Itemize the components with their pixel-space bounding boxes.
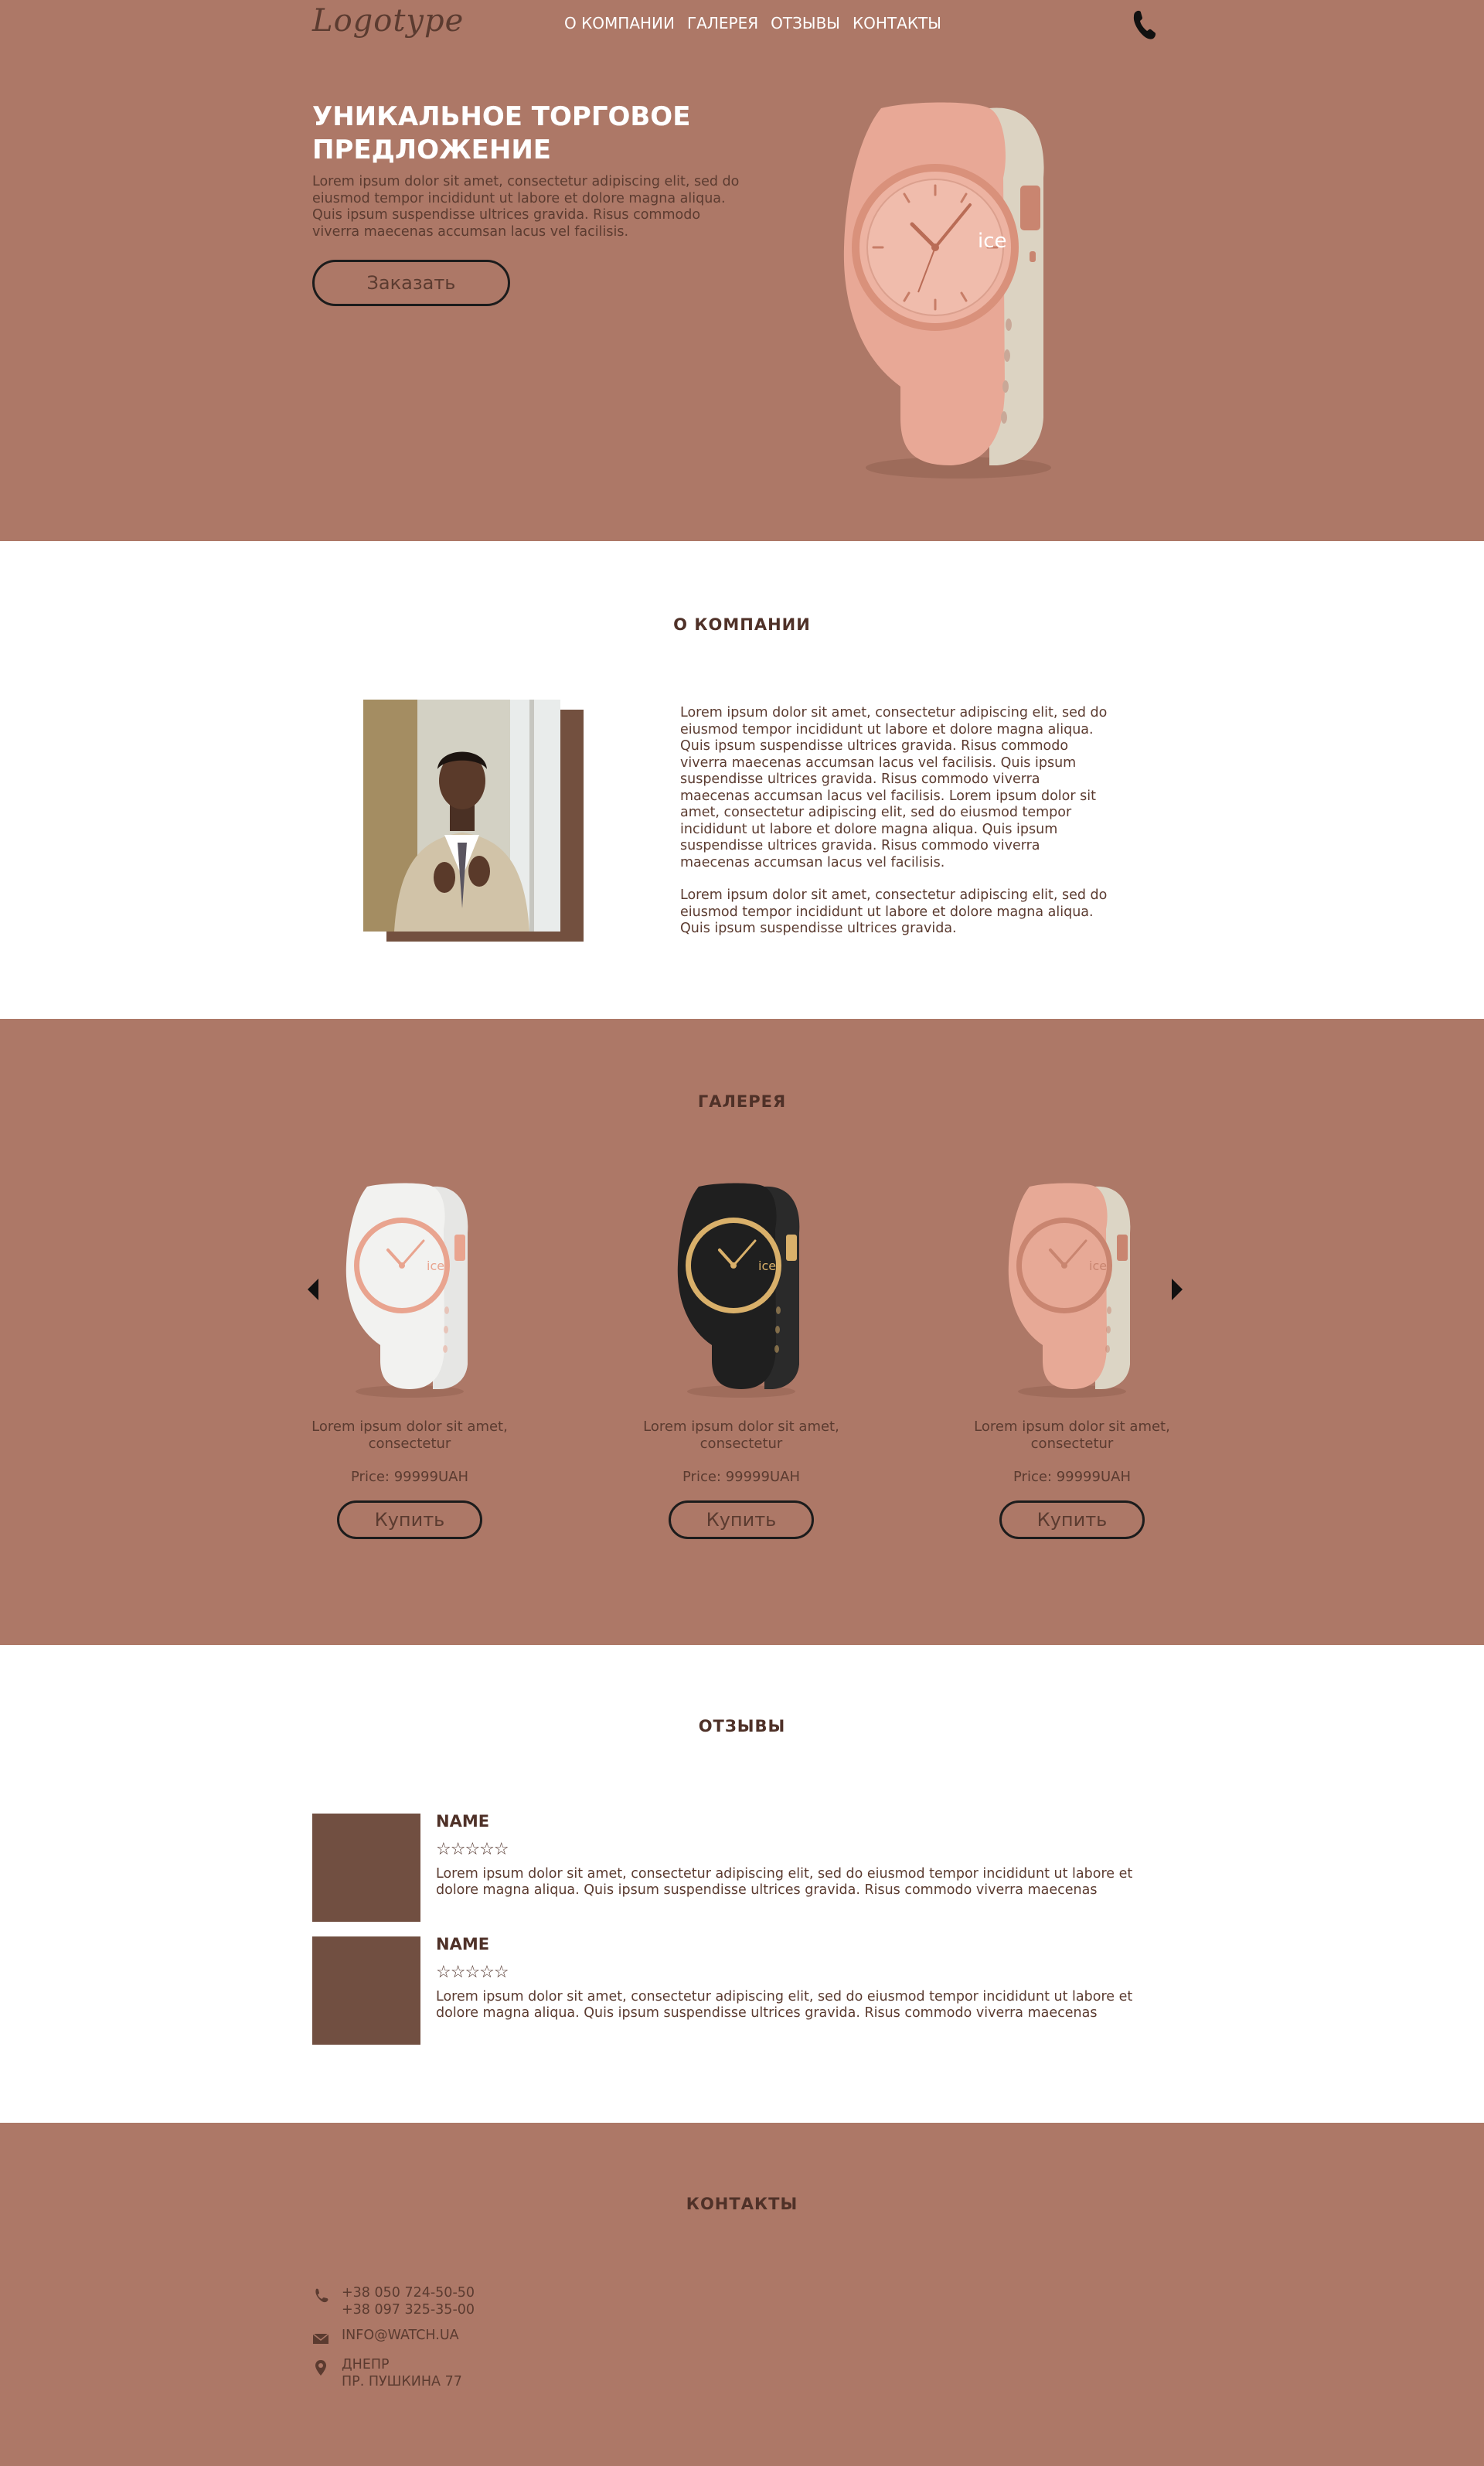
watch-brand-label: ice [1089,1259,1107,1273]
product-description: Lorem ipsum dolor sit amet, consectetur [643,1419,839,1452]
hero-watch-image: ice [843,102,1051,479]
review-name: NAME [436,1812,490,1831]
product-description: Lorem ipsum dolor sit amet, consectetur [311,1419,508,1452]
review-card: NAME ☆☆☆☆☆ Lorem ipsum dolor sit amet, c… [312,1935,1147,2045]
buy-button[interactable]: Купить [337,1500,482,1539]
hero-text: Lorem ipsum dolor sit amet, consectetur … [312,174,740,240]
product-description: Lorem ipsum dolor sit amet, consectetur [974,1419,1170,1452]
product-watch-image: ice [1008,1183,1131,1398]
product-price: Price: 99999UAH [1013,1469,1131,1485]
logo[interactable]: Logotype [312,3,464,39]
avatar [312,1814,420,1922]
about-text: Lorem ipsum dolor sit amet, consectetur … [680,705,1113,938]
product-price: Price: 99999UAH [351,1469,468,1485]
product-card: ice Lorem ipsum dolor sit amet, consectet… [972,1179,1173,1539]
phone-icon [315,2288,328,2303]
buy-button[interactable]: Купить [999,1500,1145,1539]
nav-item-about[interactable]: О КОМПАНИИ [564,14,675,32]
review-text: Lorem ipsum dolor sit amet, consectetur … [436,1989,1133,2021]
hero-title: УНИКАЛЬНОЕ ТОРГОВОЕ ПРЕДЛОЖЕНИЕ [312,101,691,165]
buy-button[interactable]: Купить [669,1500,814,1539]
review-text: Lorem ipsum dolor sit amet, consectetur … [436,1866,1133,1898]
watch-brand-label: ice [758,1259,776,1273]
about-paragraph: Lorem ipsum dolor sit amet, consectetur … [680,887,1108,936]
avatar [312,1936,420,2045]
reviews-title: ОТЗЫВЫ [698,1717,786,1735]
contact-email: INFO@WATCH.UA [312,2328,459,2347]
about-photo [363,700,560,932]
phone-number[interactable]: +38 050 724-50-50 [342,2285,475,2302]
product-price: Price: 99999UAH [682,1469,800,1485]
contact-phones: +38 050 724-50-50 +38 097 325-35-00 [312,2285,475,2318]
contacts-title: КОНТАКТЫ [686,2195,798,2213]
address-city: ДНЕПР [342,2357,390,2372]
contacts-section [0,2123,1484,2466]
product-card: ice Lorem ipsum dolor sit amet, consectet… [309,1179,510,1539]
nav-item-gallery[interactable]: ГАЛЕРЕЯ [687,14,758,32]
product-watch-image: ice [677,1183,800,1398]
star-rating[interactable]: ☆☆☆☆☆ [436,1840,509,1859]
hero-section: Logotype О КОМПАНИИ ГАЛЕРЕЯ ОТЗЫВЫ КОНТА… [0,0,1484,541]
address-street: ПР. ПУШКИНА 77 [342,2373,462,2389]
email-link[interactable]: INFO@WATCH.UA [342,2328,459,2345]
order-button[interactable]: Заказать [312,260,510,306]
product-watch-image: ice [345,1183,468,1398]
nav-item-contacts[interactable]: КОНТАКТЫ [853,14,941,32]
star-rating[interactable]: ☆☆☆☆☆ [436,1963,509,1982]
contact-address: ДНЕПР ПР. ПУШКИНА 77 [312,2357,462,2390]
about-paragraph: Lorem ipsum dolor sit amet, consectetur … [680,705,1108,870]
nav-item-reviews[interactable]: ОТЗЫВЫ [771,14,840,32]
product-card: ice Lorem ipsum dolor sit amet, consectet… [641,1179,842,1539]
watch-brand-label: ice [427,1259,444,1273]
review-name: NAME [436,1935,490,1953]
location-pin-icon [315,2360,326,2376]
about-title: О КОМПАНИИ [673,615,811,634]
mail-icon [312,2333,329,2344]
review-card: NAME ☆☆☆☆☆ Lorem ipsum dolor sit amet, c… [312,1812,1147,1922]
watch-brand-label: ice [978,230,1007,253]
phone-icon[interactable] [1128,8,1159,42]
main-nav: О КОМПАНИИ ГАЛЕРЕЯ ОТЗЫВЫ КОНТАКТЫ [564,14,941,32]
phone-number[interactable]: +38 097 325-35-00 [342,2302,475,2319]
gallery-title: ГАЛЕРЕЯ [697,1092,787,1111]
